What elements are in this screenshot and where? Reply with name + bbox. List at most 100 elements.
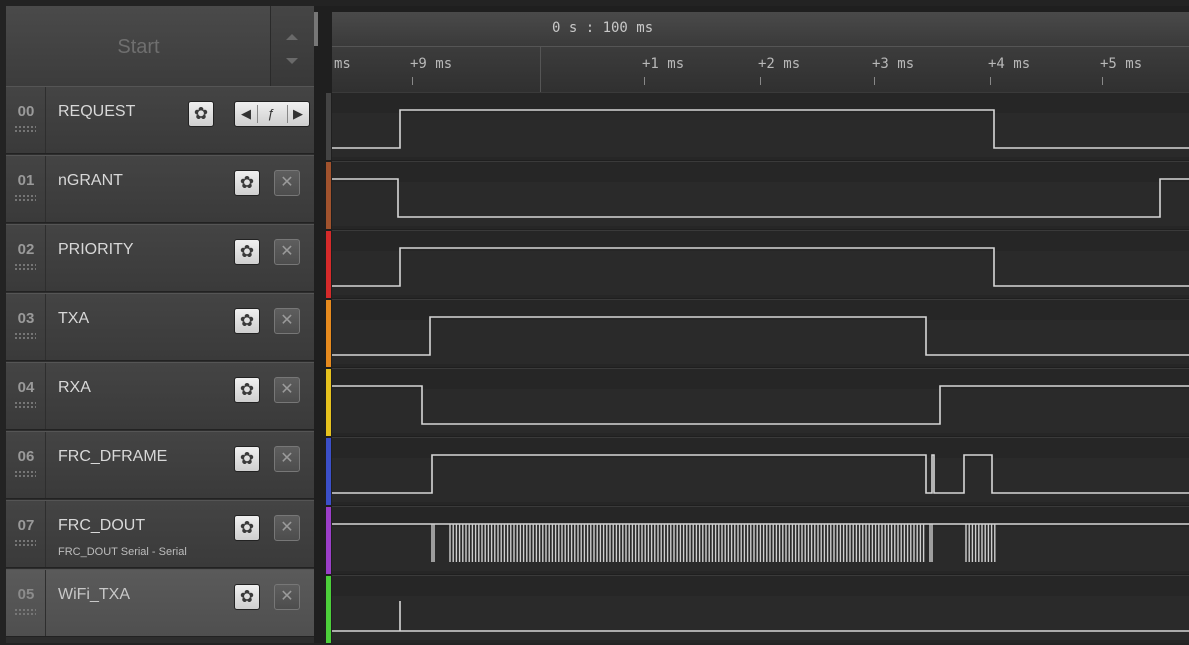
drag-handle-icon[interactable]	[14, 401, 36, 409]
channel-analyzer-label[interactable]: FRC_DOUT Serial - Serial	[58, 546, 187, 558]
trace-priority	[332, 247, 1189, 287]
arrow-left-icon[interactable]: ◀	[241, 102, 251, 126]
trigger-clear-button[interactable]: ✕	[274, 239, 300, 265]
trace-frc-dout-burst	[431, 524, 996, 562]
start-button[interactable]: Start	[6, 6, 271, 86]
drag-handle-icon[interactable]	[14, 125, 36, 133]
channel-color-strip	[326, 93, 331, 160]
channel-name[interactable]: FRC_DOUT	[58, 517, 145, 535]
chevron-up-icon[interactable]	[286, 34, 298, 40]
start-spinner[interactable]	[271, 6, 314, 86]
ruler-tick-label: +2 ms	[758, 56, 801, 72]
channel-index: 03	[17, 310, 35, 327]
channel-settings-button[interactable]: ✿	[234, 239, 260, 265]
ruler-tick-mark	[990, 77, 991, 85]
channel-index-cell[interactable]: 06	[6, 432, 46, 498]
drag-handle-icon[interactable]	[14, 332, 36, 340]
channel-name[interactable]: PRIORITY	[58, 241, 134, 259]
channel-color-strip	[326, 369, 331, 436]
channel-settings-button[interactable]: ✿	[234, 584, 260, 610]
trigger-selector[interactable]: ◀ ƒ ▶	[234, 101, 310, 127]
trigger-clear-button[interactable]: ✕	[274, 584, 300, 610]
gear-icon: ✿	[239, 380, 255, 399]
rising-edge-icon[interactable]: ƒ	[267, 102, 274, 126]
ruler-tick-mark	[1102, 77, 1103, 85]
channel-settings-button[interactable]: ✿	[234, 515, 260, 541]
channel-name[interactable]: nGRANT	[58, 172, 123, 190]
channel-name[interactable]: RXA	[58, 379, 91, 397]
channel-color-strip	[326, 507, 331, 574]
close-icon: ✕	[280, 381, 294, 398]
channel-index-cell[interactable]: 01	[6, 156, 46, 222]
arrow-right-icon[interactable]: ▶	[293, 102, 303, 126]
waveform-panel[interactable]: 0 s : 100 ms ms +9 ms +1 ms +2 ms +3 ms +4 ms…	[314, 6, 1189, 643]
channel-row[interactable]: 02 PRIORITY ✿ ✕	[6, 224, 314, 292]
gear-icon: ✿	[239, 311, 255, 330]
ruler-tick-label: +9 ms	[410, 56, 453, 72]
drag-handle-icon[interactable]	[14, 470, 36, 478]
trigger-clear-button[interactable]: ✕	[274, 308, 300, 334]
channel-index-cell[interactable]: 00	[6, 87, 46, 153]
drag-handle-icon[interactable]	[14, 539, 36, 547]
channel-index-cell[interactable]: 04	[6, 363, 46, 429]
channel-name[interactable]: FRC_DFRAME	[58, 448, 167, 466]
channel-settings-button[interactable]: ✿	[188, 101, 214, 127]
chevron-down-icon[interactable]	[286, 58, 298, 64]
drag-handle-icon[interactable]	[14, 263, 36, 271]
channel-index: 05	[17, 586, 35, 603]
channel-color-strip	[326, 438, 331, 505]
gear-icon: ✿	[239, 518, 255, 537]
gear-icon: ✿	[239, 587, 255, 606]
channel-row[interactable]: 01 nGRANT ✿ ✕	[6, 155, 314, 223]
channel-name[interactable]: WiFi_TXA	[58, 586, 130, 604]
channel-color-strip	[326, 231, 331, 298]
channel-row[interactable]: 03 TXA ✿ ✕	[6, 293, 314, 361]
channel-row[interactable]: 04 RXA ✿ ✕	[6, 362, 314, 430]
time-range-bar: 0 s : 100 ms	[332, 12, 1189, 47]
gear-icon: ✿	[239, 173, 255, 192]
trace-wifi-txa	[332, 601, 1189, 632]
channel-index: 06	[17, 448, 35, 465]
channel-name[interactable]: REQUEST	[58, 103, 135, 121]
channel-index: 07	[17, 517, 35, 534]
channel-row[interactable]: 05 WiFi_TXA ✿ ✕	[6, 569, 314, 637]
trace-txa	[332, 316, 1189, 356]
logic-analyzer-window: Start 00 REQUEST ✿ ◀ ƒ ▶ 01 nGRANT ✿ ✕ 02 PRIORITY ✿…	[0, 0, 1189, 645]
channel-index-cell[interactable]: 07	[6, 501, 46, 567]
timeline-cursor[interactable]	[314, 12, 318, 46]
channel-index-cell[interactable]: 03	[6, 294, 46, 360]
channel-settings-button[interactable]: ✿	[234, 377, 260, 403]
ruler-tick-label: +4 ms	[988, 56, 1031, 72]
time-range-label: 0 s : 100 ms	[552, 20, 654, 36]
trigger-clear-button[interactable]: ✕	[274, 170, 300, 196]
trigger-clear-button[interactable]: ✕	[274, 515, 300, 541]
ruler-tick-mark	[644, 77, 645, 85]
ruler-tick-mark	[874, 77, 875, 85]
close-icon: ✕	[280, 174, 294, 191]
close-icon: ✕	[280, 243, 294, 260]
close-icon: ✕	[280, 588, 294, 605]
channel-settings-button[interactable]: ✿	[234, 170, 260, 196]
ruler-tick-mark	[412, 77, 413, 85]
channel-settings-button[interactable]: ✿	[234, 308, 260, 334]
channel-row[interactable]: 06 FRC_DFRAME ✿ ✕	[6, 431, 314, 499]
channel-index-cell[interactable]: 05	[6, 570, 46, 636]
channel-color-strip	[326, 576, 331, 643]
channel-row[interactable]: 00 REQUEST ✿ ◀ ƒ ▶	[6, 86, 314, 154]
waveform-traces	[332, 109, 1189, 632]
drag-handle-icon[interactable]	[14, 194, 36, 202]
drag-handle-icon[interactable]	[14, 608, 36, 616]
ruler-tick-label: +5 ms	[1100, 56, 1143, 72]
channel-color-strip	[326, 300, 331, 367]
channel-name[interactable]: TXA	[58, 310, 89, 328]
ruler-tick-label: +3 ms	[872, 56, 915, 72]
channel-index: 01	[17, 172, 35, 189]
start-button-label: Start	[117, 36, 160, 58]
channel-row[interactable]: 07 FRC_DOUT FRC_DOUT Serial - Serial ✿ ✕	[6, 500, 314, 568]
gear-icon: ✿	[239, 449, 255, 468]
channel-settings-button[interactable]: ✿	[234, 446, 260, 472]
channel-index-cell[interactable]: 02	[6, 225, 46, 291]
trigger-clear-button[interactable]: ✕	[274, 377, 300, 403]
trigger-clear-button[interactable]: ✕	[274, 446, 300, 472]
trace-rxa	[332, 385, 1189, 425]
